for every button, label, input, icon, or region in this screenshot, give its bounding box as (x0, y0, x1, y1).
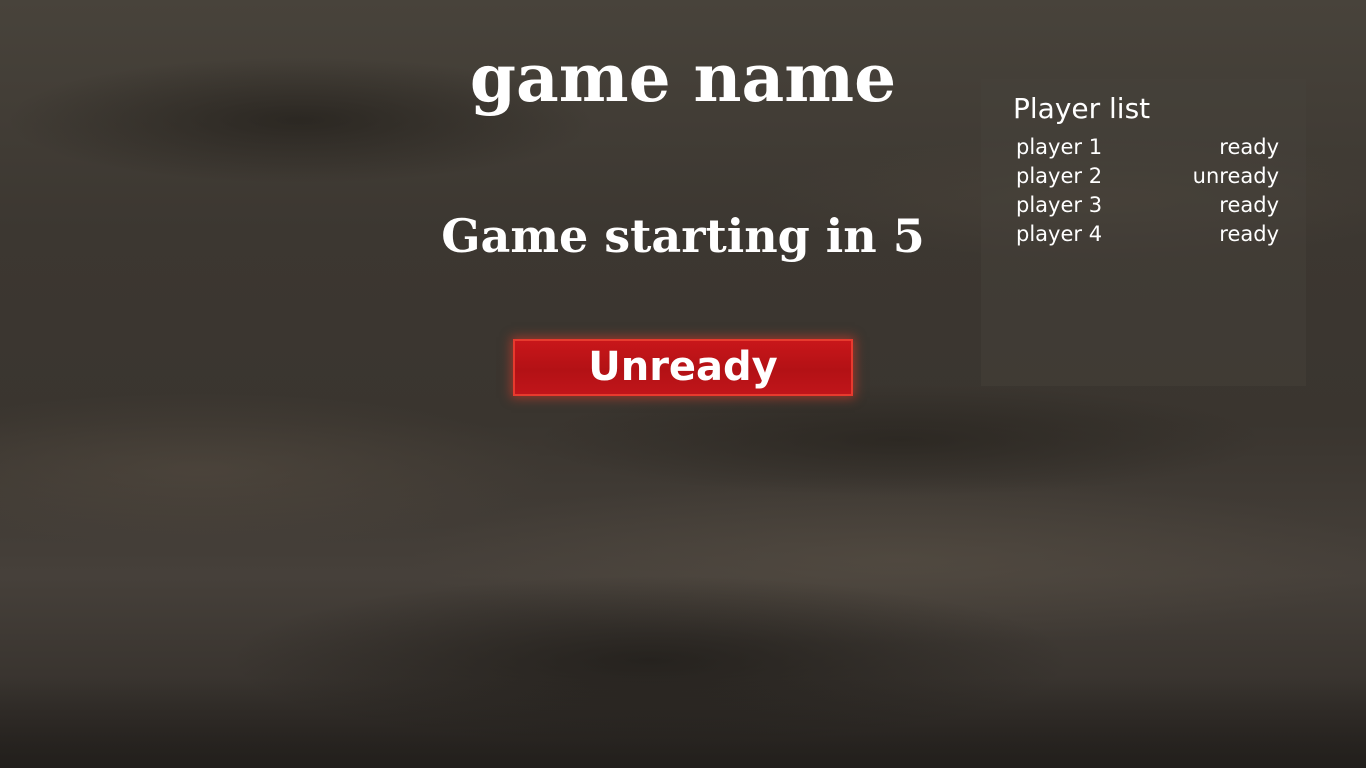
player-status: ready (1219, 222, 1279, 246)
player-row: player 1 ready (1016, 133, 1279, 162)
player-list-panel: Player list player 1 ready player 2 unre… (981, 79, 1306, 386)
player-status: unready (1192, 164, 1279, 188)
player-name: player 4 (1016, 222, 1103, 246)
player-status: ready (1219, 193, 1279, 217)
player-row: player 4 ready (1016, 220, 1279, 249)
player-status: ready (1219, 135, 1279, 159)
player-row: player 3 ready (1016, 191, 1279, 220)
game-title: game name (469, 39, 897, 117)
player-name: player 1 (1016, 135, 1103, 159)
player-list: player 1 ready player 2 unready player 3… (1016, 133, 1279, 249)
countdown-text: Game starting in 5 (441, 209, 925, 263)
unready-button[interactable]: Unready (513, 339, 853, 396)
background-shade (0, 678, 1366, 768)
player-name: player 3 (1016, 193, 1103, 217)
player-list-title: Player list (1013, 92, 1151, 125)
player-name: player 2 (1016, 164, 1103, 188)
player-row: player 2 unready (1016, 162, 1279, 191)
